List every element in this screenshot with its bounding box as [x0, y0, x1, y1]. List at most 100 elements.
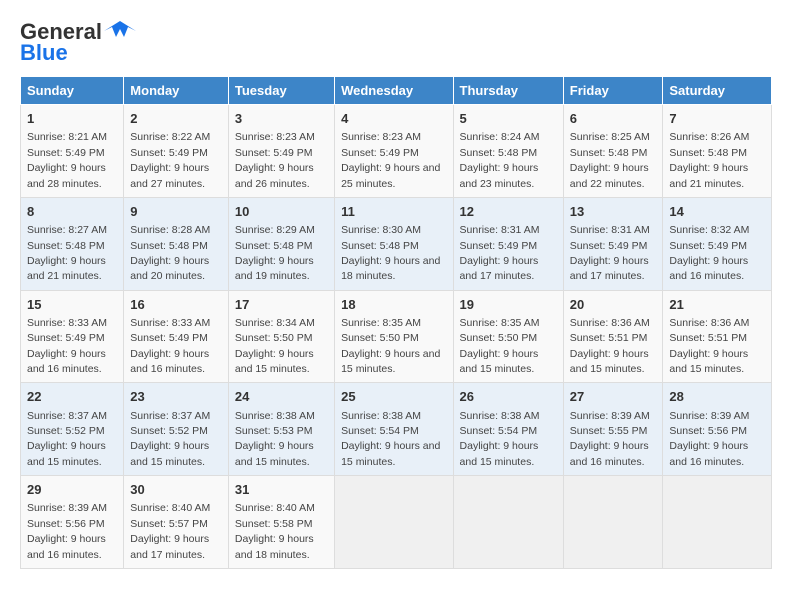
- calendar-cell: [663, 476, 772, 569]
- day-number: 11: [341, 203, 446, 221]
- day-info: Sunrise: 8:23 AMSunset: 5:49 PMDaylight:…: [341, 131, 440, 189]
- day-number: 19: [460, 296, 557, 314]
- calendar-cell: 12 Sunrise: 8:31 AMSunset: 5:49 PMDaylig…: [453, 197, 563, 290]
- calendar-cell: 7 Sunrise: 8:26 AMSunset: 5:48 PMDayligh…: [663, 105, 772, 198]
- calendar-cell: 22 Sunrise: 8:37 AMSunset: 5:52 PMDaylig…: [21, 383, 124, 476]
- day-info: Sunrise: 8:27 AMSunset: 5:48 PMDaylight:…: [27, 224, 107, 282]
- day-info: Sunrise: 8:35 AMSunset: 5:50 PMDaylight:…: [341, 317, 440, 375]
- col-header-monday: Monday: [124, 77, 229, 105]
- calendar-cell: 16 Sunrise: 8:33 AMSunset: 5:49 PMDaylig…: [124, 290, 229, 383]
- calendar-cell: 29 Sunrise: 8:39 AMSunset: 5:56 PMDaylig…: [21, 476, 124, 569]
- day-info: Sunrise: 8:30 AMSunset: 5:48 PMDaylight:…: [341, 224, 440, 282]
- day-info: Sunrise: 8:38 AMSunset: 5:54 PMDaylight:…: [460, 410, 540, 468]
- logo-bird-icon: [104, 19, 136, 41]
- day-number: 9: [130, 203, 222, 221]
- day-number: 6: [570, 110, 657, 128]
- week-row-3: 15 Sunrise: 8:33 AMSunset: 5:49 PMDaylig…: [21, 290, 772, 383]
- day-info: Sunrise: 8:31 AMSunset: 5:49 PMDaylight:…: [460, 224, 540, 282]
- day-info: Sunrise: 8:38 AMSunset: 5:54 PMDaylight:…: [341, 410, 440, 468]
- day-info: Sunrise: 8:33 AMSunset: 5:49 PMDaylight:…: [27, 317, 107, 375]
- day-number: 18: [341, 296, 446, 314]
- day-info: Sunrise: 8:39 AMSunset: 5:56 PMDaylight:…: [669, 410, 749, 468]
- col-header-tuesday: Tuesday: [228, 77, 334, 105]
- day-info: Sunrise: 8:37 AMSunset: 5:52 PMDaylight:…: [27, 410, 107, 468]
- calendar-cell: 26 Sunrise: 8:38 AMSunset: 5:54 PMDaylig…: [453, 383, 563, 476]
- day-number: 21: [669, 296, 765, 314]
- calendar-cell: [563, 476, 663, 569]
- header: General Blue: [20, 20, 772, 66]
- calendar-cell: 18 Sunrise: 8:35 AMSunset: 5:50 PMDaylig…: [335, 290, 453, 383]
- day-number: 20: [570, 296, 657, 314]
- calendar-cell: 23 Sunrise: 8:37 AMSunset: 5:52 PMDaylig…: [124, 383, 229, 476]
- calendar-cell: [453, 476, 563, 569]
- calendar-cell: 10 Sunrise: 8:29 AMSunset: 5:48 PMDaylig…: [228, 197, 334, 290]
- calendar-cell: 2 Sunrise: 8:22 AMSunset: 5:49 PMDayligh…: [124, 105, 229, 198]
- day-info: Sunrise: 8:35 AMSunset: 5:50 PMDaylight:…: [460, 317, 540, 375]
- header-row: SundayMondayTuesdayWednesdayThursdayFrid…: [21, 77, 772, 105]
- day-info: Sunrise: 8:24 AMSunset: 5:48 PMDaylight:…: [460, 131, 540, 189]
- day-number: 24: [235, 388, 328, 406]
- calendar-cell: 19 Sunrise: 8:35 AMSunset: 5:50 PMDaylig…: [453, 290, 563, 383]
- day-number: 4: [341, 110, 446, 128]
- day-number: 28: [669, 388, 765, 406]
- day-info: Sunrise: 8:34 AMSunset: 5:50 PMDaylight:…: [235, 317, 315, 375]
- calendar-cell: 11 Sunrise: 8:30 AMSunset: 5:48 PMDaylig…: [335, 197, 453, 290]
- day-number: 17: [235, 296, 328, 314]
- week-row-1: 1 Sunrise: 8:21 AMSunset: 5:49 PMDayligh…: [21, 105, 772, 198]
- calendar-cell: 27 Sunrise: 8:39 AMSunset: 5:55 PMDaylig…: [563, 383, 663, 476]
- day-info: Sunrise: 8:38 AMSunset: 5:53 PMDaylight:…: [235, 410, 315, 468]
- day-number: 3: [235, 110, 328, 128]
- calendar-cell: 6 Sunrise: 8:25 AMSunset: 5:48 PMDayligh…: [563, 105, 663, 198]
- calendar-cell: 30 Sunrise: 8:40 AMSunset: 5:57 PMDaylig…: [124, 476, 229, 569]
- calendar-cell: 20 Sunrise: 8:36 AMSunset: 5:51 PMDaylig…: [563, 290, 663, 383]
- day-info: Sunrise: 8:23 AMSunset: 5:49 PMDaylight:…: [235, 131, 315, 189]
- logo: General Blue: [20, 20, 136, 66]
- day-info: Sunrise: 8:21 AMSunset: 5:49 PMDaylight:…: [27, 131, 107, 189]
- day-number: 29: [27, 481, 117, 499]
- day-number: 23: [130, 388, 222, 406]
- calendar-cell: 14 Sunrise: 8:32 AMSunset: 5:49 PMDaylig…: [663, 197, 772, 290]
- day-number: 1: [27, 110, 117, 128]
- day-number: 31: [235, 481, 328, 499]
- calendar-cell: [335, 476, 453, 569]
- day-info: Sunrise: 8:36 AMSunset: 5:51 PMDaylight:…: [570, 317, 650, 375]
- calendar-cell: 15 Sunrise: 8:33 AMSunset: 5:49 PMDaylig…: [21, 290, 124, 383]
- calendar-cell: 31 Sunrise: 8:40 AMSunset: 5:58 PMDaylig…: [228, 476, 334, 569]
- col-header-wednesday: Wednesday: [335, 77, 453, 105]
- calendar-cell: 1 Sunrise: 8:21 AMSunset: 5:49 PMDayligh…: [21, 105, 124, 198]
- day-number: 16: [130, 296, 222, 314]
- day-number: 10: [235, 203, 328, 221]
- day-info: Sunrise: 8:33 AMSunset: 5:49 PMDaylight:…: [130, 317, 210, 375]
- day-info: Sunrise: 8:31 AMSunset: 5:49 PMDaylight:…: [570, 224, 650, 282]
- day-info: Sunrise: 8:39 AMSunset: 5:55 PMDaylight:…: [570, 410, 650, 468]
- calendar-cell: 13 Sunrise: 8:31 AMSunset: 5:49 PMDaylig…: [563, 197, 663, 290]
- day-info: Sunrise: 8:37 AMSunset: 5:52 PMDaylight:…: [130, 410, 210, 468]
- day-number: 14: [669, 203, 765, 221]
- week-row-2: 8 Sunrise: 8:27 AMSunset: 5:48 PMDayligh…: [21, 197, 772, 290]
- day-number: 2: [130, 110, 222, 128]
- day-info: Sunrise: 8:26 AMSunset: 5:48 PMDaylight:…: [669, 131, 749, 189]
- day-info: Sunrise: 8:32 AMSunset: 5:49 PMDaylight:…: [669, 224, 749, 282]
- calendar-cell: 9 Sunrise: 8:28 AMSunset: 5:48 PMDayligh…: [124, 197, 229, 290]
- day-info: Sunrise: 8:25 AMSunset: 5:48 PMDaylight:…: [570, 131, 650, 189]
- day-number: 12: [460, 203, 557, 221]
- calendar-cell: 17 Sunrise: 8:34 AMSunset: 5:50 PMDaylig…: [228, 290, 334, 383]
- day-info: Sunrise: 8:40 AMSunset: 5:58 PMDaylight:…: [235, 502, 315, 560]
- week-row-4: 22 Sunrise: 8:37 AMSunset: 5:52 PMDaylig…: [21, 383, 772, 476]
- day-info: Sunrise: 8:40 AMSunset: 5:57 PMDaylight:…: [130, 502, 210, 560]
- day-info: Sunrise: 8:29 AMSunset: 5:48 PMDaylight:…: [235, 224, 315, 282]
- calendar-cell: 25 Sunrise: 8:38 AMSunset: 5:54 PMDaylig…: [335, 383, 453, 476]
- day-number: 15: [27, 296, 117, 314]
- col-header-saturday: Saturday: [663, 77, 772, 105]
- calendar-cell: 3 Sunrise: 8:23 AMSunset: 5:49 PMDayligh…: [228, 105, 334, 198]
- calendar-table: SundayMondayTuesdayWednesdayThursdayFrid…: [20, 76, 772, 569]
- logo-blue: Blue: [20, 40, 68, 66]
- day-info: Sunrise: 8:36 AMSunset: 5:51 PMDaylight:…: [669, 317, 749, 375]
- day-info: Sunrise: 8:39 AMSunset: 5:56 PMDaylight:…: [27, 502, 107, 560]
- day-info: Sunrise: 8:28 AMSunset: 5:48 PMDaylight:…: [130, 224, 210, 282]
- calendar-cell: 8 Sunrise: 8:27 AMSunset: 5:48 PMDayligh…: [21, 197, 124, 290]
- col-header-thursday: Thursday: [453, 77, 563, 105]
- day-number: 13: [570, 203, 657, 221]
- calendar-cell: 24 Sunrise: 8:38 AMSunset: 5:53 PMDaylig…: [228, 383, 334, 476]
- day-number: 25: [341, 388, 446, 406]
